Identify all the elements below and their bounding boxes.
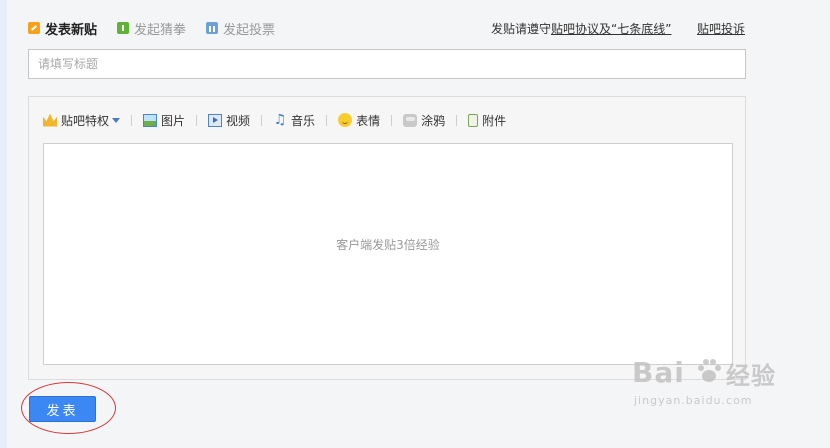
toolbar-divider: [391, 114, 393, 126]
complain-link[interactable]: 贴吧投诉: [697, 20, 745, 37]
toolbar-emoji-label: 表情: [356, 113, 381, 128]
toolbar-divider: [196, 114, 198, 126]
toolbar-video[interactable]: 视频: [208, 112, 250, 129]
music-icon: ♫: [273, 111, 287, 128]
crown-icon: [43, 113, 57, 127]
submit-button[interactable]: 发表: [29, 396, 96, 422]
rules-notice: 发贴请遵守贴吧协议及“七条底线”: [491, 20, 671, 37]
vote-icon: [206, 22, 219, 34]
rules-link[interactable]: 贴吧协议及“七条底线”: [551, 22, 671, 36]
tab-guess[interactable]: 发起猜拳: [117, 19, 186, 38]
video-icon: [208, 113, 223, 127]
watermark-url: jingyan.baidu.com: [634, 394, 753, 407]
toolbar-divider: [261, 114, 263, 126]
edit-icon: [28, 22, 40, 34]
editor-toolbar: 贴吧特权 图片 视频 ♫ 音乐 表情 涂鸦 附件: [43, 111, 506, 129]
emoji-icon: [338, 113, 353, 127]
picture-icon: [143, 113, 158, 127]
guess-icon: [117, 22, 130, 34]
toolbar-doodle-label: 涂鸦: [421, 113, 446, 128]
tab-new-post-label: 发表新贴: [45, 22, 98, 38]
toolbar-picture-label: 图片: [161, 113, 186, 128]
tab-guess-label: 发起猜拳: [134, 22, 187, 38]
doodle-icon: [403, 113, 418, 127]
toolbar-privileges-label: 贴吧特权: [61, 113, 110, 128]
title-input[interactable]: [28, 49, 746, 79]
post-type-tabs: 发表新贴 发起猜拳 发起投票: [28, 17, 295, 39]
toolbar-privileges[interactable]: 贴吧特权: [43, 112, 121, 129]
editor-panel: 贴吧特权 图片 视频 ♫ 音乐 表情 涂鸦 附件 客户端发贴3倍经验: [28, 96, 746, 380]
tab-vote-label: 发起投票: [223, 22, 276, 38]
toolbar-emoji[interactable]: 表情: [338, 112, 380, 129]
content-textarea[interactable]: [43, 143, 733, 365]
toolbar-picture[interactable]: 图片: [143, 112, 185, 129]
toolbar-video-label: 视频: [226, 113, 251, 128]
toolbar-doodle[interactable]: 涂鸦: [403, 112, 445, 129]
tab-vote[interactable]: 发起投票: [206, 19, 275, 38]
toolbar-music[interactable]: ♫ 音乐: [273, 112, 315, 129]
caret-down-icon: [112, 117, 121, 123]
toolbar-divider: [456, 114, 458, 126]
tab-new-post[interactable]: 发表新贴: [28, 19, 97, 38]
toolbar-attachment-label: 附件: [482, 113, 507, 128]
toolbar-divider: [326, 114, 328, 126]
left-edge-strip: [0, 0, 7, 448]
toolbar-music-label: 音乐: [291, 113, 316, 128]
rules-prefix: 发贴请遵守: [491, 22, 552, 36]
toolbar-attachment[interactable]: 附件: [468, 112, 506, 129]
attachment-icon: [468, 113, 479, 127]
toolbar-divider: [131, 114, 133, 126]
